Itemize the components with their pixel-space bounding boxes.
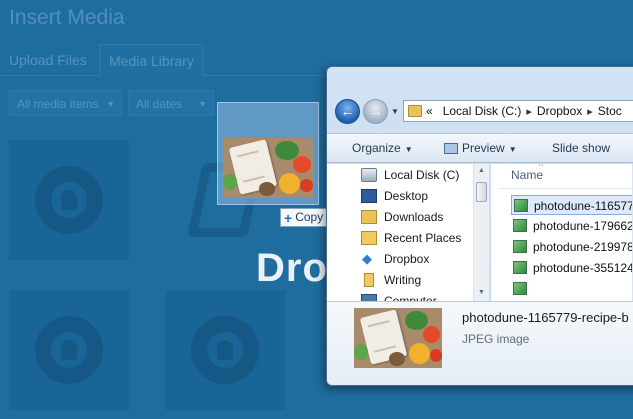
file-row[interactable]: photodune-1165779 xyxy=(511,195,633,215)
forward-arrow-icon: → xyxy=(368,103,383,119)
details-file-name: photodune-1165779-recipe-b xyxy=(462,310,629,325)
media-attachment[interactable] xyxy=(165,290,285,410)
organize-label: Organize xyxy=(352,141,401,155)
back-arrow-icon: ← xyxy=(340,103,355,119)
file-row[interactable]: photodune-3551243 xyxy=(511,258,633,278)
chevron-right-icon[interactable]: ▸ xyxy=(587,105,593,118)
media-attachment[interactable] xyxy=(9,140,129,260)
scrollbar-thumb[interactable] xyxy=(476,182,487,202)
drop-files-text: Dro xyxy=(256,246,328,290)
image-file-icon xyxy=(513,261,527,274)
file-preview-thumbnail xyxy=(354,308,442,368)
drive-icon xyxy=(361,168,377,182)
preview-label: Preview xyxy=(462,141,505,155)
back-button[interactable]: ← xyxy=(335,99,360,124)
media-type-filter[interactable]: All media items ▼ xyxy=(9,90,122,116)
file-list: Name photodune-1165779 photodune-1796626… xyxy=(491,164,633,301)
image-file-icon xyxy=(513,219,527,232)
tab-media-library[interactable]: Media Library xyxy=(99,44,204,77)
address-bar[interactable]: « Local Disk (C:) ▸ Dropbox ▸ Stoc xyxy=(403,100,633,122)
tab-upload-files[interactable]: Upload Files xyxy=(0,44,96,76)
chevron-down-icon: ▼ xyxy=(508,145,517,154)
breadcrumb-stock[interactable]: Stoc xyxy=(598,104,622,118)
chevron-down-icon: ▼ xyxy=(198,99,207,109)
desktop-icon xyxy=(361,189,377,203)
date-filter-label: All dates xyxy=(136,97,183,111)
media-attachment[interactable] xyxy=(9,290,129,410)
forward-button[interactable]: → xyxy=(363,99,388,124)
address-history[interactable]: « xyxy=(426,104,433,118)
slide-show-button[interactable]: Slide show xyxy=(552,134,610,164)
organize-button[interactable]: Organize ▼ xyxy=(352,134,413,164)
folder-icon xyxy=(364,273,374,287)
scroll-up-icon[interactable]: ▲ xyxy=(474,167,489,174)
recent-places-icon xyxy=(361,231,377,245)
dropbox-icon xyxy=(361,249,377,269)
modal-title: Insert Media xyxy=(9,6,125,29)
file-row[interactable] xyxy=(511,279,633,299)
chevron-down-icon: ▼ xyxy=(404,145,413,154)
command-bar: Organize ▼ Preview ▼ Slide show xyxy=(327,133,633,163)
folder-icon xyxy=(408,105,422,117)
chevron-right-icon[interactable]: ▸ xyxy=(526,105,532,118)
date-filter[interactable]: All dates ▼ xyxy=(128,90,214,116)
copy-drop-tooltip: + Copy xyxy=(280,208,330,227)
chevron-down-icon: ▼ xyxy=(106,99,115,109)
details-file-type: JPEG image xyxy=(462,332,530,346)
drag-ghost xyxy=(217,102,319,205)
image-file-icon xyxy=(513,282,527,295)
recent-pages-dropdown[interactable]: ▼ xyxy=(391,107,399,116)
preview-button[interactable]: Preview ▼ xyxy=(444,134,517,164)
explorer-window[interactable]: ← → ▼ « Local Disk (C:) ▸ Dropbox ▸ Stoc… xyxy=(326,66,633,386)
navigation-pane: Local Disk (C) Desktop Downloads Recent … xyxy=(327,164,490,301)
downloads-folder-icon xyxy=(361,210,377,224)
scroll-down-icon[interactable]: ▼ xyxy=(474,289,489,296)
file-row[interactable]: photodune-2199788 xyxy=(511,237,633,257)
preview-icon xyxy=(444,143,458,154)
computer-icon xyxy=(361,294,377,301)
image-file-icon xyxy=(514,199,528,212)
copy-label: Copy xyxy=(295,210,324,224)
navigation-bar: ← → ▼ « Local Disk (C:) ▸ Dropbox ▸ Stoc xyxy=(327,67,633,124)
image-file-icon xyxy=(513,240,527,253)
media-type-filter-label: All media items xyxy=(17,97,99,111)
file-row[interactable]: photodune-1796626 xyxy=(511,216,633,236)
plus-icon: + xyxy=(284,209,293,226)
details-pane: photodune-1165779-recipe-b JPEG image xyxy=(327,301,633,385)
breadcrumb-local-disk[interactable]: Local Disk (C:) xyxy=(443,104,522,118)
breadcrumb-dropbox[interactable]: Dropbox xyxy=(537,104,582,118)
column-header-name[interactable]: Name xyxy=(511,164,633,188)
navigation-scrollbar[interactable]: ▲ ▼ xyxy=(473,164,489,301)
dragged-image-thumbnail xyxy=(223,138,313,198)
